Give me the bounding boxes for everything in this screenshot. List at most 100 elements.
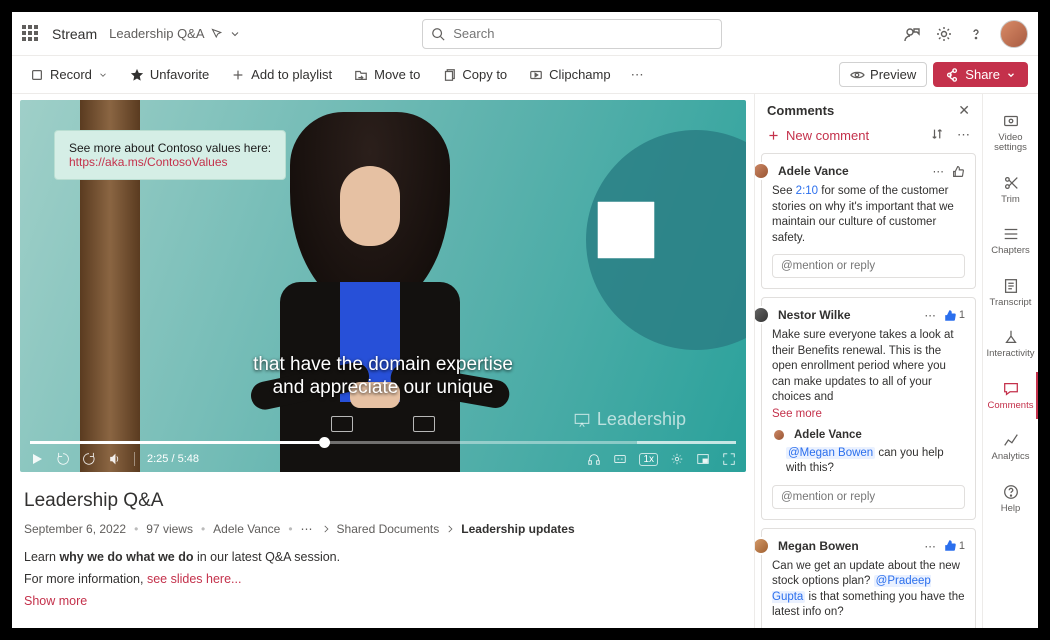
- share-button[interactable]: Share: [933, 62, 1028, 87]
- like-button[interactable]: 1: [944, 539, 965, 552]
- rewind-10-button[interactable]: [56, 452, 70, 466]
- video-title: Leadership Q&A: [24, 490, 742, 512]
- meta-overflow[interactable]: ⋯: [301, 522, 313, 536]
- rail-trim[interactable]: Trim: [983, 166, 1038, 213]
- plus-icon: [767, 129, 780, 142]
- video-player[interactable]: Leadership See more about Contoso values…: [20, 100, 746, 472]
- transcript-icon: [1002, 277, 1020, 295]
- reply-input[interactable]: @mention or reply: [772, 254, 965, 278]
- clipchamp-icon: [529, 68, 543, 82]
- rail-help[interactable]: Help: [983, 475, 1038, 522]
- mention[interactable]: @Megan Bowen: [786, 447, 875, 459]
- user-avatar[interactable]: [1000, 20, 1028, 48]
- forward-icon: [82, 452, 96, 466]
- reply-input[interactable]: @mention or reply: [772, 485, 965, 509]
- progress-fill: [30, 441, 319, 444]
- comment-author[interactable]: Megan Bowen: [778, 539, 859, 553]
- chapter-thumb[interactable]: [331, 416, 353, 432]
- captions-icon: [613, 452, 627, 466]
- record-button[interactable]: Record: [22, 63, 116, 86]
- body: Leadership See more about Contoso values…: [12, 94, 1038, 628]
- rail-interactivity[interactable]: Interactivity: [983, 320, 1038, 367]
- rail-comments[interactable]: Comments: [983, 372, 1038, 419]
- slides-link[interactable]: see slides here...: [147, 572, 242, 586]
- gear-icon[interactable]: [936, 26, 952, 42]
- app-launcher-icon[interactable]: [22, 25, 40, 43]
- callout-link[interactable]: https://aka.ms/ContosoValues: [69, 155, 228, 169]
- top-bar: Stream Leadership Q&A: [12, 12, 1038, 56]
- time-display: 2:25 / 5:48: [147, 453, 199, 465]
- copy-icon: [442, 68, 456, 82]
- close-comments-button[interactable]: ✕: [958, 102, 970, 119]
- chapter-thumb[interactable]: [413, 416, 435, 432]
- forward-10-button[interactable]: [82, 452, 96, 466]
- volume-button[interactable]: [108, 452, 122, 466]
- search-box[interactable]: [422, 19, 722, 49]
- chevron-down-icon: [229, 28, 241, 40]
- presentation-icon: [573, 411, 591, 429]
- watermark-text: Leadership: [597, 409, 686, 430]
- pip-button[interactable]: [696, 452, 710, 466]
- video-subline: September 6, 2022• 97 views• Adele Vance…: [24, 522, 742, 536]
- like-button[interactable]: 1: [944, 309, 965, 322]
- settings-button[interactable]: [670, 452, 684, 466]
- unfavorite-button[interactable]: Unfavorite: [122, 63, 217, 86]
- preview-label: Preview: [870, 67, 916, 82]
- comments-title: Comments: [767, 103, 834, 118]
- fullscreen-icon: [722, 452, 736, 466]
- crumb-parent[interactable]: Shared Documents: [337, 522, 440, 536]
- comments-overflow[interactable]: ⋯: [957, 127, 970, 143]
- add-playlist-button[interactable]: Add to playlist: [223, 63, 340, 86]
- see-more-button[interactable]: See more: [772, 408, 822, 420]
- show-more-button[interactable]: Show more: [24, 594, 87, 608]
- avatar[interactable]: [755, 537, 770, 555]
- unfavorite-label: Unfavorite: [150, 67, 209, 82]
- reply-author[interactable]: Adele Vance: [794, 429, 862, 441]
- comment-overflow[interactable]: ⋯: [933, 164, 945, 178]
- copy-to-button[interactable]: Copy to: [434, 63, 515, 86]
- rail-transcript[interactable]: Transcript: [983, 269, 1038, 316]
- clipchamp-button[interactable]: Clipchamp: [521, 63, 618, 86]
- help-icon: [1002, 483, 1020, 501]
- avatar[interactable]: [755, 162, 770, 180]
- gear-icon: [670, 452, 684, 466]
- person-feedback-icon[interactable]: [904, 26, 920, 42]
- captions-button[interactable]: [613, 452, 627, 466]
- rail-analytics[interactable]: Analytics: [983, 423, 1038, 470]
- comment-overflow[interactable]: ⋯: [924, 308, 936, 322]
- video-bg-star: [526, 120, 746, 380]
- move-to-button[interactable]: Move to: [346, 63, 428, 86]
- avatar: [772, 428, 786, 442]
- comment-card: Adele Vance ⋯ See 2:10 for some of the c…: [761, 153, 976, 289]
- pip-icon: [696, 452, 710, 466]
- video-watermark: Leadership: [573, 409, 686, 430]
- comment-overflow[interactable]: ⋯: [924, 539, 936, 553]
- crumb-current[interactable]: Leadership updates: [461, 522, 574, 536]
- progress-bar[interactable]: [30, 441, 736, 444]
- record-label: Record: [50, 67, 92, 82]
- document-name[interactable]: Leadership Q&A: [109, 26, 240, 41]
- rail-video-settings[interactable]: Video settings: [983, 104, 1038, 162]
- like-button[interactable]: [952, 165, 965, 178]
- video-author[interactable]: Adele Vance: [213, 522, 280, 536]
- rail-chapters[interactable]: Chapters: [983, 217, 1038, 264]
- timestamp-link[interactable]: 2:10: [796, 185, 818, 197]
- interactive-callout[interactable]: See more about Contoso values here: http…: [54, 130, 286, 180]
- avatar[interactable]: [755, 306, 770, 324]
- eye-icon: [850, 68, 864, 82]
- overflow-button[interactable]: ⋯: [625, 67, 650, 83]
- new-comment-button[interactable]: New comment: [767, 128, 869, 143]
- breadcrumb: Shared Documents Leadership updates: [321, 522, 575, 536]
- sort-icon[interactable]: [931, 127, 945, 141]
- search-input[interactable]: [451, 25, 713, 42]
- headphones-button[interactable]: [587, 452, 601, 466]
- playback-speed[interactable]: 1x: [639, 453, 658, 466]
- preview-button[interactable]: Preview: [839, 62, 927, 87]
- chevron-down-icon: [1006, 70, 1016, 80]
- fullscreen-button[interactable]: [722, 452, 736, 466]
- brand-label[interactable]: Stream: [52, 26, 97, 42]
- help-icon[interactable]: [968, 26, 984, 42]
- comment-author[interactable]: Adele Vance: [778, 164, 849, 178]
- comment-author[interactable]: Nestor Wilke: [778, 308, 851, 322]
- play-button[interactable]: [30, 452, 44, 466]
